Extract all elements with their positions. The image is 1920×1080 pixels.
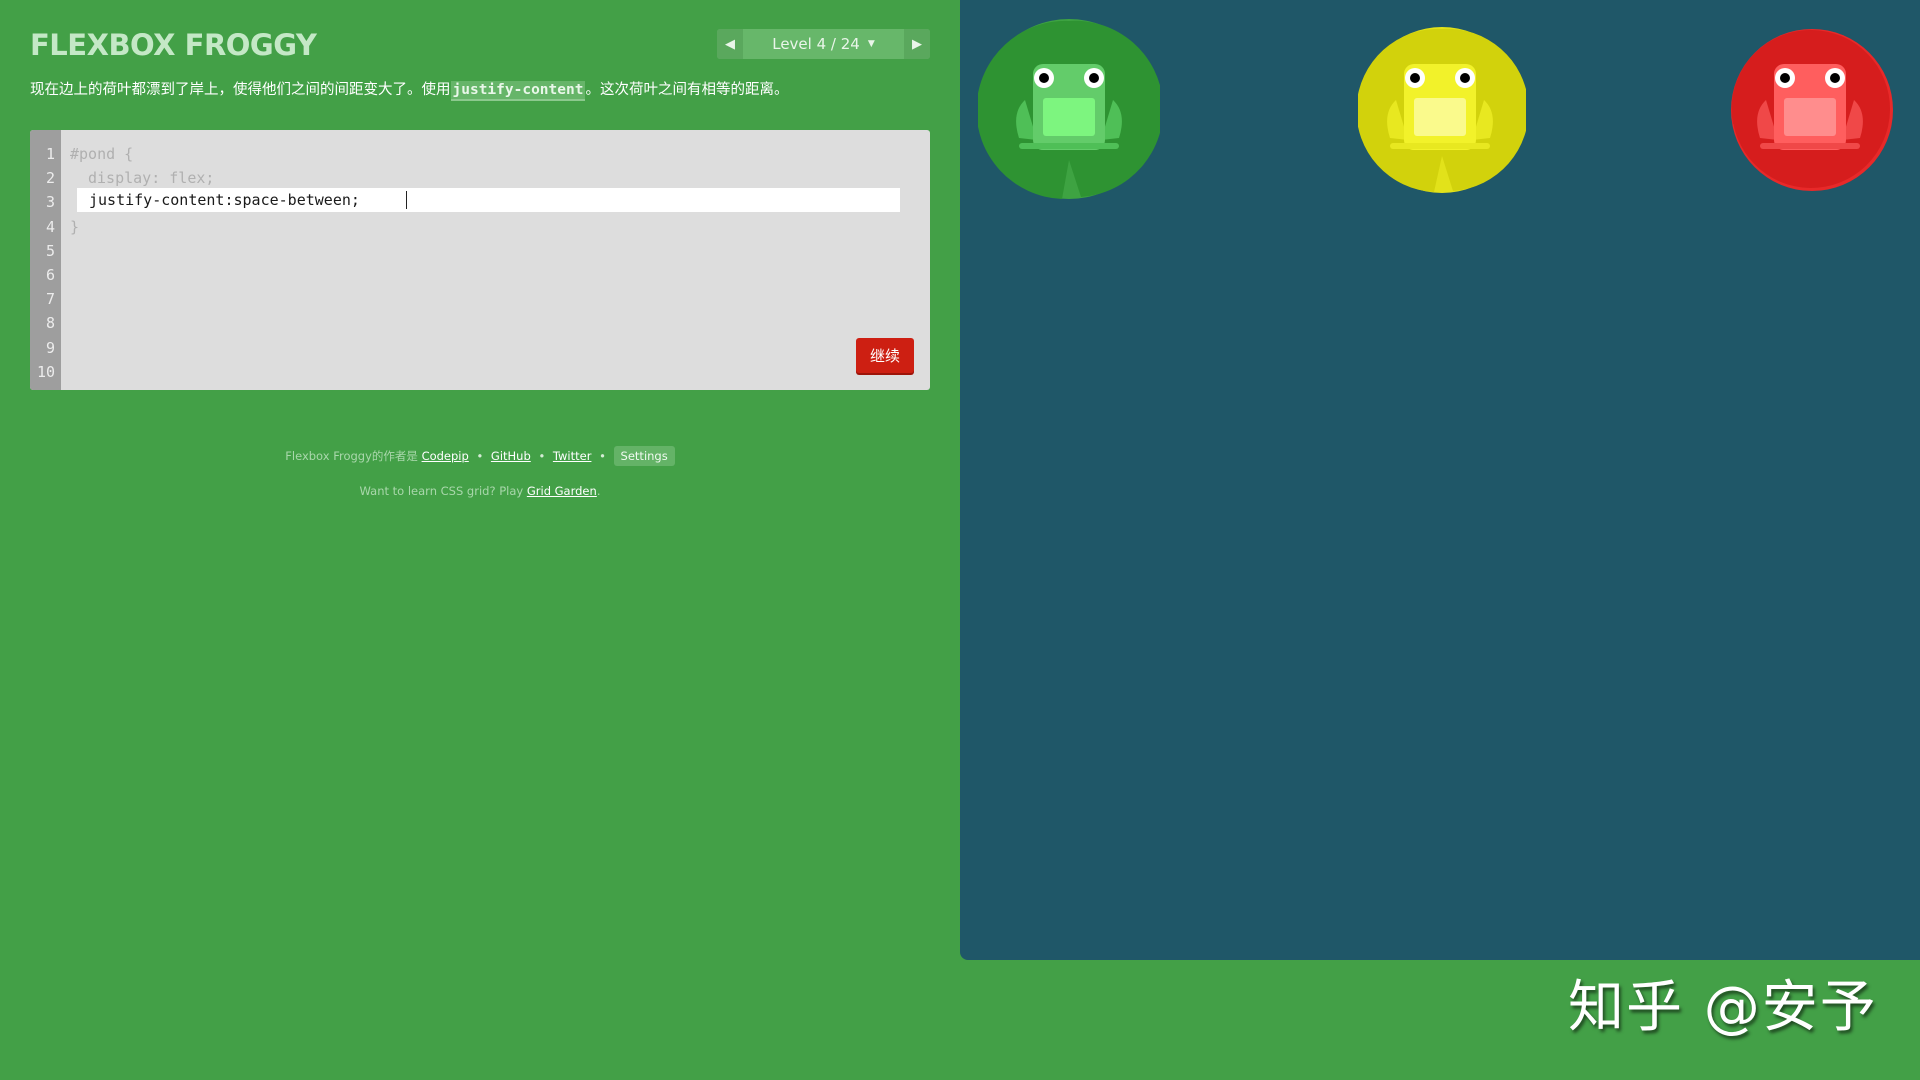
line-number: 2 (45, 169, 55, 188)
text-cursor (406, 191, 407, 209)
separator: • (538, 449, 546, 463)
logo: FLEXBOX FROGGY (30, 28, 317, 62)
grid-garden-prefix: Want to learn CSS grid? Play (359, 484, 527, 498)
level-navigation: ◀ Level 4 / 24 ▼ ▶ (717, 29, 930, 59)
code-editor: 1 2 3 4 5 6 7 8 9 10 #pond { display: fl… (30, 130, 930, 390)
grid-garden-promo: Want to learn CSS grid? Play Grid Garden… (30, 484, 930, 498)
twitter-link[interactable]: Twitter (553, 449, 592, 463)
codepip-link[interactable]: Codepip (422, 449, 469, 463)
frog-pupil (1089, 73, 1099, 83)
instructions-text-before: 现在边上的荷叶都漂到了岸上，使得他们之间的间距变大了。使用 (30, 82, 451, 98)
frog-belly (1043, 98, 1095, 136)
line-number: 1 (45, 145, 55, 163)
frog-pupil (1460, 73, 1470, 83)
line-number: 4 (45, 217, 55, 236)
line-number: 5 (45, 241, 55, 260)
line-number: 6 (45, 265, 55, 284)
green-frog (1016, 64, 1122, 150)
credits-prefix: Flexbox Froggy的作者是 (285, 449, 418, 463)
yellow-frog (1387, 64, 1493, 150)
watermark: 知乎 @安予 (1568, 975, 1878, 1040)
code-line-display: display: flex; (88, 169, 215, 188)
frog-belly (1414, 98, 1466, 136)
red-frog (1757, 64, 1863, 150)
code-line-selector: #pond { (70, 145, 134, 163)
grid-garden-suffix: . (596, 484, 601, 498)
frog-foot (1019, 143, 1119, 149)
frog-foot (1390, 143, 1490, 149)
line-number: 10 (36, 362, 55, 381)
previous-level-button[interactable]: ◀ (717, 29, 743, 59)
pond (960, 0, 1920, 960)
triangle-left-icon: ◀ (725, 36, 735, 51)
sidebar: FLEXBOX FROGGY ◀ Level 4 / 24 ▼ ▶ 现在边上的荷… (0, 0, 960, 1080)
frog-belly (1784, 98, 1836, 136)
frog-pupil (1039, 73, 1049, 83)
instructions-code: justify-content (450, 81, 586, 101)
css-code-input[interactable] (77, 188, 900, 212)
grid-garden-link[interactable]: Grid Garden (527, 484, 597, 498)
code-line-close: } (70, 217, 80, 236)
level-indicator[interactable]: Level 4 / 24 ▼ (743, 29, 904, 59)
line-number-gutter: 1 2 3 4 5 6 7 8 9 10 (30, 130, 61, 390)
next-level-button[interactable]: ▶ (904, 29, 930, 59)
instructions: 现在边上的荷叶都漂到了岸上，使得他们之间的间距变大了。使用 justify-con… (30, 80, 930, 101)
instructions-text-after: 。这次荷叶之间有相等的距离。 (585, 82, 789, 98)
separator: • (476, 449, 484, 463)
frog-pupil (1830, 73, 1840, 83)
triangle-right-icon: ▶ (912, 36, 922, 51)
level-label: Level 4 / 24 (772, 35, 860, 53)
next-button[interactable]: 继续 (856, 338, 914, 373)
credits: Flexbox Froggy的作者是 Codepip • GitHub • Tw… (30, 446, 930, 466)
line-number: 7 (45, 290, 55, 309)
separator: • (599, 449, 606, 463)
frog-pupil (1410, 73, 1420, 83)
frog-pupil (1780, 73, 1790, 83)
line-number: 3 (45, 193, 55, 212)
github-link[interactable]: GitHub (491, 449, 531, 463)
settings-button[interactable]: Settings (613, 446, 675, 466)
line-number: 8 (45, 314, 55, 333)
caret-down-icon: ▼ (867, 39, 875, 49)
line-number: 9 (45, 338, 55, 357)
frog-foot (1760, 143, 1860, 149)
